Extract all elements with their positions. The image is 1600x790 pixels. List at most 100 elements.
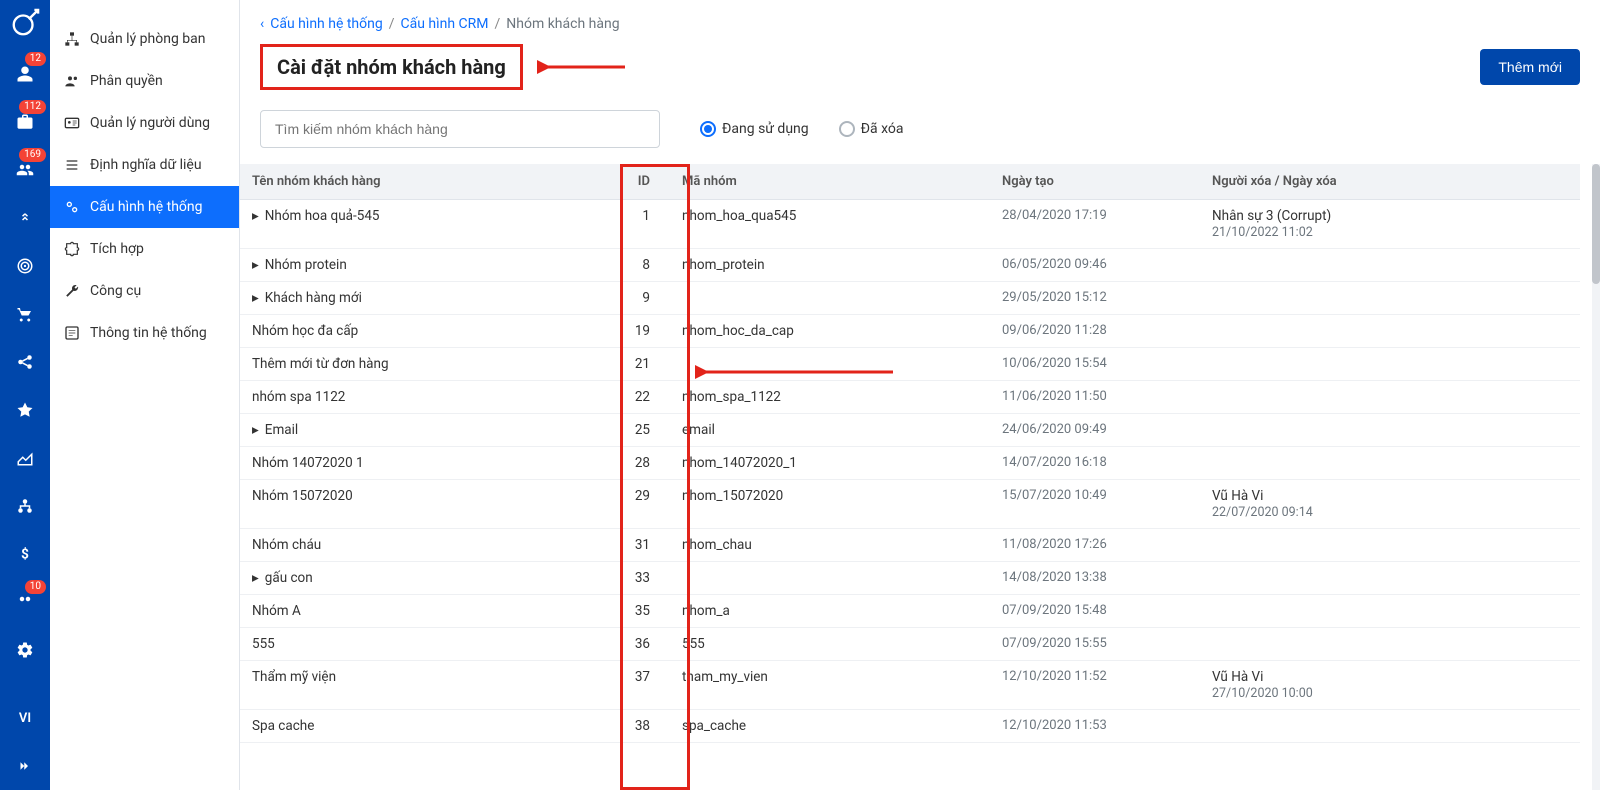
- id-card-icon: [64, 115, 80, 131]
- iconbar-item-handshake[interactable]: [0, 194, 50, 242]
- table-row[interactable]: 5553655507/09/2020 15:55: [240, 628, 1580, 661]
- sidebar-item-tools[interactable]: Công cụ: [50, 270, 239, 312]
- svg-text:$: $: [21, 547, 29, 563]
- iconbar-item-chart[interactable]: [0, 434, 50, 482]
- iconbar-item-user[interactable]: 12: [0, 50, 50, 98]
- table-row[interactable]: Thêm mới từ đơn hàng2110/06/2020 15:54: [240, 348, 1580, 381]
- caret-right-icon: ▸: [252, 422, 259, 438]
- cell-id: 31: [600, 529, 670, 562]
- table-row[interactable]: Nhóm học đa cấp19nhom_hoc_da_cap09/06/20…: [240, 315, 1580, 348]
- th-id[interactable]: ID: [600, 164, 670, 200]
- th-deleted[interactable]: Người xóa / Ngày xóa: [1200, 164, 1580, 200]
- iconbar-lang[interactable]: VI: [0, 694, 50, 742]
- sidebar-item-permissions[interactable]: Phân quyền: [50, 60, 239, 102]
- iconbar-item-target[interactable]: [0, 242, 50, 290]
- iconbar-item-dollar[interactable]: $: [0, 530, 50, 578]
- cell-created: 11/06/2020 11:50: [990, 381, 1200, 414]
- cell-created: 10/06/2020 15:54: [990, 348, 1200, 381]
- sidebar-item-label: Thông tin hệ thống: [90, 325, 207, 341]
- breadcrumb-link[interactable]: Cấu hình CRM: [401, 16, 489, 32]
- iconbar-collapse[interactable]: [0, 742, 50, 790]
- cell-created: 29/05/2020 15:12: [990, 282, 1200, 315]
- iconbar-item-star[interactable]: [0, 386, 50, 434]
- cell-code: nhom_hoc_da_cap: [670, 315, 990, 348]
- sidebar-item-data-def[interactable]: Định nghĩa dữ liệu: [50, 144, 239, 186]
- badge: 112: [19, 100, 46, 114]
- cell-name: Nhóm A: [240, 595, 600, 628]
- table-row[interactable]: ▸Nhóm protein8nhom_protein06/05/2020 09:…: [240, 249, 1580, 282]
- users-icon: [64, 73, 80, 89]
- table-row[interactable]: ▸Nhóm hoa quả-5451nhom_hoa_qua54528/04/2…: [240, 200, 1580, 249]
- search-input[interactable]: [260, 110, 660, 148]
- sidebar-item-system-config[interactable]: Cấu hình hệ thống: [50, 186, 239, 228]
- cell-id: 21: [600, 348, 670, 381]
- cell-created: 28/04/2020 17:19: [990, 200, 1200, 249]
- caret-right-icon: ▸: [252, 208, 259, 224]
- badge: 169: [19, 148, 46, 162]
- cell-name: ▸Email: [240, 414, 600, 447]
- sidebar-item-integration[interactable]: Tích hợp: [50, 228, 239, 270]
- table-row[interactable]: Nhóm cháu31nhom_chau11/08/2020 17:26: [240, 529, 1580, 562]
- cell-id: 1: [600, 200, 670, 249]
- cell-name: 555: [240, 628, 600, 661]
- filter-active-radio[interactable]: Đang sử dụng: [700, 121, 809, 137]
- sidebar-item-system-info[interactable]: Thông tin hệ thống: [50, 312, 239, 354]
- cell-name: Nhóm học đa cấp: [240, 315, 600, 348]
- add-new-button[interactable]: Thêm mới: [1480, 49, 1580, 85]
- radio-label: Đang sử dụng: [722, 121, 809, 137]
- puzzle-icon: [64, 241, 80, 257]
- table-row[interactable]: ▸Khách hàng mới929/05/2020 15:12: [240, 282, 1580, 315]
- cell-name: Nhóm 15072020: [240, 480, 600, 529]
- cell-created: 11/08/2020 17:26: [990, 529, 1200, 562]
- list-icon: [64, 157, 80, 173]
- sitemap-icon: [64, 31, 80, 47]
- table-row[interactable]: Spa cache38spa_cache12/10/2020 11:53: [240, 710, 1580, 743]
- app-logo[interactable]: [10, 8, 40, 38]
- sidebar-item-label: Định nghĩa dữ liệu: [90, 157, 202, 173]
- cell-deleted: [1200, 315, 1580, 348]
- sidebar-item-label: Tích hợp: [90, 241, 144, 257]
- table-row[interactable]: Nhóm 14072020 128nhom_14072020_114/07/20…: [240, 447, 1580, 480]
- radio-dot-off: [839, 121, 855, 137]
- sidebar-item-users[interactable]: Quản lý người dùng: [50, 102, 239, 144]
- th-code[interactable]: Mã nhóm: [670, 164, 990, 200]
- annotation-arrow-1: [537, 57, 627, 77]
- breadcrumb-link[interactable]: Cấu hình hệ thống: [270, 16, 383, 32]
- sidebar-item-label: Cấu hình hệ thống: [90, 199, 203, 215]
- table-row[interactable]: nhóm spa 112222nhom_spa_112211/06/2020 1…: [240, 381, 1580, 414]
- cell-deleted: [1200, 381, 1580, 414]
- iconbar-item-briefcase[interactable]: 112: [0, 98, 50, 146]
- cell-name: ▸Khách hàng mới: [240, 282, 600, 315]
- table-row[interactable]: Nhóm 1507202029nhom_1507202015/07/2020 1…: [240, 480, 1580, 529]
- cell-deleted: [1200, 562, 1580, 595]
- table-row[interactable]: Nhóm A35nhom_a07/09/2020 15:48: [240, 595, 1580, 628]
- cell-deleted: [1200, 414, 1580, 447]
- page-title-highlight: Cài đặt nhóm khách hàng: [260, 44, 523, 90]
- table-row[interactable]: ▸gấu con3314/08/2020 13:38: [240, 562, 1580, 595]
- cell-id: 19: [600, 315, 670, 348]
- cell-created: 07/09/2020 15:48: [990, 595, 1200, 628]
- cell-deleted: [1200, 447, 1580, 480]
- iconbar-item-cart[interactable]: [0, 290, 50, 338]
- breadcrumb-sep: /: [494, 16, 500, 32]
- iconbar-item-group[interactable]: 169: [0, 146, 50, 194]
- cell-name: Nhóm cháu: [240, 529, 600, 562]
- th-created[interactable]: Ngày tạo: [990, 164, 1200, 200]
- sidebar-item-departments[interactable]: Quản lý phòng ban: [50, 18, 239, 60]
- iconbar-item-team[interactable]: 10: [0, 578, 50, 626]
- cell-code: spa_cache: [670, 710, 990, 743]
- cell-created: 14/07/2020 16:18: [990, 447, 1200, 480]
- iconbar-item-gear[interactable]: [0, 626, 50, 674]
- table-row[interactable]: ▸Email25email24/06/2020 09:49: [240, 414, 1580, 447]
- radio-label: Đã xóa: [861, 121, 904, 137]
- wrench-icon: [64, 283, 80, 299]
- scrollbar[interactable]: [1592, 164, 1600, 790]
- th-name[interactable]: Tên nhóm khách hàng: [240, 164, 600, 200]
- cell-created: 24/06/2020 09:49: [990, 414, 1200, 447]
- iconbar-item-org[interactable]: [0, 482, 50, 530]
- table-header-row: Tên nhóm khách hàng ID Mã nhóm Ngày tạo …: [240, 164, 1580, 200]
- iconbar-item-share[interactable]: [0, 338, 50, 386]
- cell-name: ▸gấu con: [240, 562, 600, 595]
- table-row[interactable]: Thẩm mỹ viện37tham_my_vien12/10/2020 11:…: [240, 661, 1580, 710]
- filter-deleted-radio[interactable]: Đã xóa: [839, 121, 904, 137]
